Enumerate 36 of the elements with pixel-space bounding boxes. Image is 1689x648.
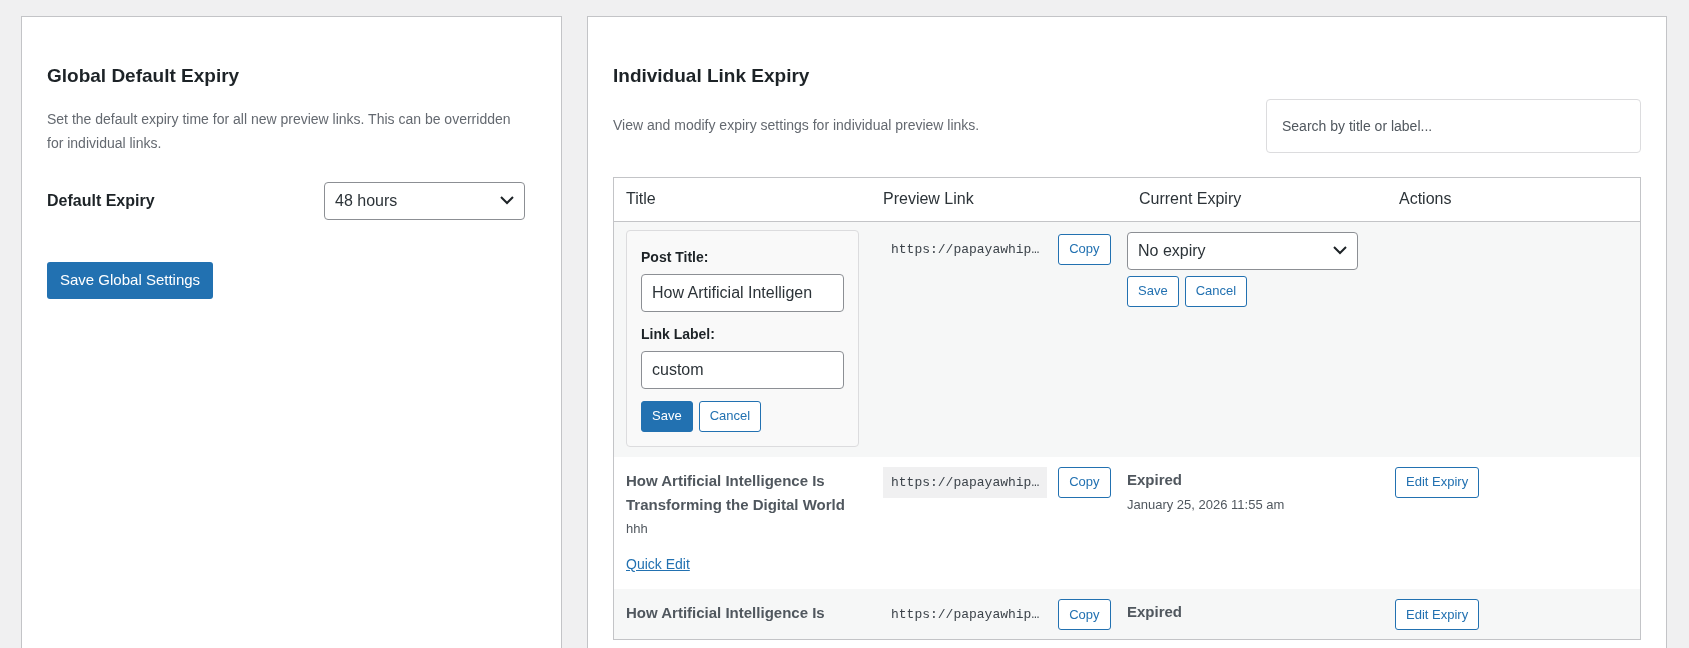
field-label: Default Expiry — [47, 190, 155, 211]
copy-button[interactable]: Copy — [1058, 599, 1111, 630]
link-label: hhh — [626, 519, 649, 538]
column-header: Title — [625, 189, 657, 209]
save-global-settings-button[interactable]: Save Global Settings — [47, 261, 214, 299]
cancel-button[interactable]: Cancel — [1184, 275, 1248, 307]
preview-link-url: https://papayawhip… — [883, 466, 1048, 498]
panel-description: Set the default expiry time for all new preview links. This can be overridden for individual links. — [47, 109, 512, 153]
expiry-status: Expired — [1127, 469, 1184, 490]
search-field[interactable]: Search by title or label... — [1266, 98, 1641, 153]
post-title-input[interactable]: How Artificial Intelligen — [641, 273, 844, 312]
column-header: Preview Link — [882, 189, 975, 209]
column-header: Current Expiry — [1138, 189, 1243, 209]
chevron-down-icon — [500, 196, 514, 205]
expiry-status: Expired — [1127, 602, 1184, 622]
post-title: How Artificial Intelligence Is Transforming the Digital World — [626, 470, 846, 515]
column-header: Actions — [1398, 189, 1453, 209]
field-label: Link Label: — [641, 324, 716, 344]
field-label: Post Title: — [641, 247, 710, 267]
expiry-select[interactable]: No expiry — [1127, 231, 1358, 270]
quick-edit-link[interactable]: Quick Edit — [626, 554, 859, 575]
panel-description: View and modify expiry settings for individual preview links. — [613, 116, 980, 135]
cancel-button[interactable]: Cancel — [698, 400, 762, 432]
panel-title: Global Default Expiry — [47, 64, 241, 88]
save-button[interactable]: Save — [1127, 275, 1179, 307]
copy-button[interactable]: Copy — [1058, 466, 1111, 498]
chevron-down-icon — [1333, 246, 1347, 255]
link-label-input[interactable]: custom — [641, 350, 844, 389]
copy-button[interactable]: Copy — [1058, 233, 1111, 265]
panel-title: Individual Link Expiry — [613, 64, 811, 88]
expiry-date: January 25, 2026 11:55 am — [1127, 496, 1286, 514]
expiry-select[interactable]: 48 hours — [324, 181, 525, 220]
edit-expiry-button[interactable]: Edit Expiry — [1395, 466, 1480, 498]
edit-expiry-button[interactable]: Edit Expiry — [1395, 599, 1480, 630]
post-title: How Artificial Intelligence Is — [626, 603, 826, 623]
save-button[interactable]: Save — [641, 400, 693, 432]
